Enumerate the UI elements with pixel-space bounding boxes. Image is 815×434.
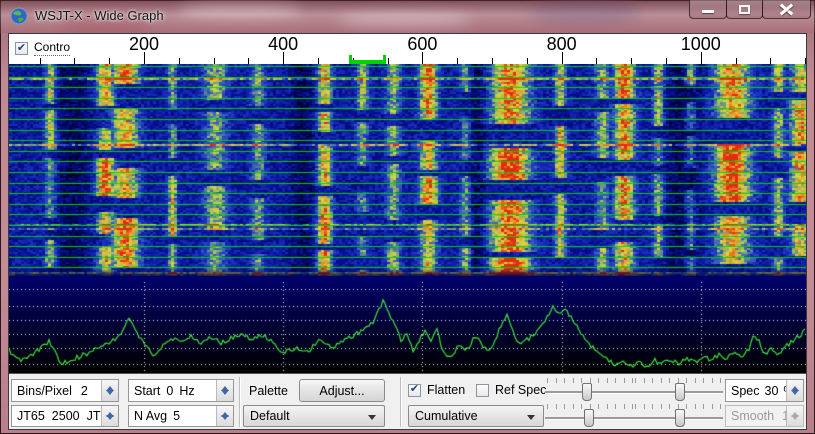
scale-label: 800 xyxy=(547,34,577,55)
wide-graph-window: WSJT-X - Wide Graph 02004006008001000120… xyxy=(0,0,815,434)
spec-percent-spinner[interactable]: Spec30% xyxy=(725,379,804,402)
spec-label: Spec xyxy=(731,384,760,398)
smooth-spinner[interactable]: Smooth1 xyxy=(725,405,804,427)
maximize-icon xyxy=(739,5,750,14)
maximize-button[interactable] xyxy=(726,0,763,19)
spinner-arrows[interactable] xyxy=(786,380,803,401)
spin-down-icon[interactable] xyxy=(217,391,233,402)
mode-combo-value: Cumulative xyxy=(415,409,478,423)
flatten-checkbox[interactable]: ✔ Flatten xyxy=(408,383,465,397)
ref-spec-checkbox[interactable]: ✔ Ref Spec xyxy=(476,383,546,397)
separator xyxy=(239,377,240,427)
spin-down-icon[interactable] xyxy=(217,416,233,426)
bins-per-pixel-value: 2 xyxy=(81,384,88,398)
slider-handle[interactable] xyxy=(584,409,594,427)
close-icon xyxy=(780,4,793,15)
frequency-scale[interactable]: 020040060080010001200 ✔ Contro xyxy=(9,34,806,64)
slider-handle[interactable] xyxy=(675,383,685,401)
waterfall-display[interactable] xyxy=(9,64,806,276)
spin-down-icon[interactable] xyxy=(787,391,803,402)
jt65-label: JT65 xyxy=(17,409,45,423)
spin-down-icon[interactable] xyxy=(102,391,118,402)
window-title: WSJT-X - Wide Graph xyxy=(35,8,164,23)
minimize-button[interactable] xyxy=(689,0,727,19)
split-value: 2500 xyxy=(52,409,80,423)
scale-label: 200 xyxy=(129,34,159,55)
scale-label: 0 xyxy=(9,34,10,55)
scale-label: 1000 xyxy=(681,34,721,55)
controls-checkbox-label: Contro xyxy=(34,40,70,56)
adjust-button[interactable]: Adjust... xyxy=(299,379,385,402)
separator xyxy=(400,377,401,427)
bins-per-pixel-label: Bins/Pixel xyxy=(17,384,72,398)
n-avg-value: 5 xyxy=(173,409,180,423)
close-button[interactable] xyxy=(762,0,811,19)
start-frequency-spinner[interactable]: Start 0 Hz xyxy=(128,379,234,402)
spectrum-plot[interactable] xyxy=(9,276,806,373)
start-value: 0 xyxy=(166,384,173,398)
wide-graph-client: 020040060080010001200 ✔ Contro Bins/Pixe… xyxy=(8,33,807,430)
slider-handle[interactable] xyxy=(675,409,685,427)
title-bar[interactable]: WSJT-X - Wide Graph xyxy=(0,0,815,33)
spin-down-icon[interactable] xyxy=(787,416,803,426)
minimize-icon xyxy=(702,10,714,13)
spectrum-gain-slider[interactable] xyxy=(545,404,635,428)
window-controls xyxy=(690,0,811,19)
spin-down-icon[interactable] xyxy=(102,416,118,426)
spinner-arrows[interactable] xyxy=(216,406,233,426)
scale-label: 400 xyxy=(268,34,298,55)
ref-spec-label: Ref Spec xyxy=(495,383,546,397)
spinner-arrows[interactable] xyxy=(786,406,803,426)
palette-combobox[interactable]: Default xyxy=(243,405,385,427)
palette-label: Palette xyxy=(249,379,288,402)
jt65-jt9-split-spinner[interactable]: JT65 2500 JT9 xyxy=(11,405,119,427)
waterfall-gain-slider[interactable] xyxy=(545,378,635,402)
spec-value: 30 xyxy=(765,384,779,398)
n-avg-spinner[interactable]: N Avg 5 xyxy=(128,405,234,427)
scale-label: 600 xyxy=(407,34,437,55)
waterfall-zero-slider[interactable] xyxy=(633,378,723,402)
palette-combo-value: Default xyxy=(250,409,290,423)
tx-frequency-marker xyxy=(349,55,385,64)
smooth-label: Smooth xyxy=(731,409,774,423)
spectrum-zero-slider[interactable] xyxy=(633,404,723,428)
jt9-label: JT9 xyxy=(87,409,101,423)
start-label: Start xyxy=(134,384,160,398)
checkbox-box: ✔ xyxy=(15,42,28,55)
spinner-arrows[interactable] xyxy=(216,380,233,401)
checkbox-box: ✔ xyxy=(408,384,421,397)
wsjtx-globe-icon xyxy=(10,7,28,25)
n-avg-label: N Avg xyxy=(134,409,167,423)
bins-per-pixel-spinner[interactable]: Bins/Pixel 2 xyxy=(11,379,119,402)
slider-handle[interactable] xyxy=(582,383,592,401)
checkbox-box: ✔ xyxy=(476,384,489,397)
spinner-arrows[interactable] xyxy=(101,406,118,426)
spinner-arrows[interactable] xyxy=(101,380,118,401)
spectrum-mode-combobox[interactable]: Cumulative xyxy=(408,405,544,427)
start-suffix: Hz xyxy=(179,384,194,398)
flatten-label: Flatten xyxy=(427,383,465,397)
controls-checkbox[interactable]: ✔ Contro xyxy=(15,40,74,56)
control-panel: Bins/Pixel 2 Start 0 Hz Palette Adjust... ✔… xyxy=(9,373,806,429)
